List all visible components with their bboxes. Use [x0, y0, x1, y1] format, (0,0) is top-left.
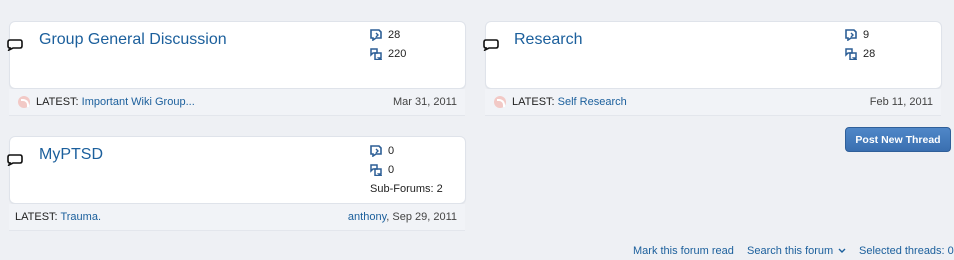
latest-date: Mar 31, 2011 [392, 96, 457, 108]
posts-value: 28 [863, 48, 876, 60]
threads-count: 9 [845, 29, 869, 41]
threads-icon [370, 29, 382, 41]
posts-value: 0 [388, 164, 395, 176]
rss-icon[interactable] [494, 96, 506, 109]
latest-thread-link[interactable]: Important Wiki Group... [82, 96, 195, 108]
threads-value: 0 [388, 145, 395, 157]
posts-count: 28 [845, 48, 875, 60]
threads-icon [845, 29, 857, 41]
threads-count: 0 [370, 145, 394, 157]
forum-title-research[interactable]: Research [514, 31, 582, 49]
latest-date: anthony, Sep 29, 2011 [348, 204, 457, 230]
latest-thread-link[interactable]: Trauma. [60, 211, 101, 223]
latest-label: LATEST: [15, 211, 58, 223]
latest-label: LATEST: [36, 96, 79, 108]
forum-footer-myptsd: LATEST: Trauma. anthony, Sep 29, 2011 [9, 204, 465, 231]
posts-icon [370, 164, 382, 176]
forum-footer-research: LATEST: Self Research Feb 11, 2011 [485, 89, 941, 116]
posts-icon [370, 48, 382, 60]
posts-icon [845, 48, 857, 60]
posts-count: 0 [370, 164, 394, 176]
latest-label: LATEST: [512, 96, 555, 108]
forum-footer-group-general: LATEST: Important Wiki Group... Mar 31, … [9, 89, 465, 116]
mark-forum-read-link[interactable]: Mark this forum read [633, 245, 734, 257]
search-forum-label: Search this forum [747, 245, 834, 257]
subforums-count: Sub-Forums: 2 [370, 183, 443, 195]
threads-value: 9 [863, 29, 870, 41]
speech-bubble-icon [7, 39, 23, 51]
search-forum-link[interactable]: Search this forum [747, 245, 846, 257]
post-new-thread-button[interactable]: Post New Thread [845, 127, 951, 152]
speech-bubble-icon [483, 39, 499, 51]
speech-bubble-icon [7, 154, 23, 166]
threads-count: 28 [370, 29, 400, 41]
latest-date: Feb 11, 2011 [869, 96, 933, 108]
latest-thread-link[interactable]: Self Research [558, 96, 627, 108]
selected-threads-link[interactable]: Selected threads: 0 [859, 245, 954, 257]
threads-icon [370, 145, 382, 157]
threads-value: 28 [388, 29, 401, 41]
chevron-down-icon [838, 248, 846, 254]
latest-date-text: , Sep 29, 2011 [386, 211, 457, 223]
forum-title-group-general[interactable]: Group General Discussion [39, 31, 227, 49]
subforums-label: Sub-Forums: 2 [370, 183, 443, 195]
forum-title-myptsd[interactable]: MyPTSD [39, 146, 103, 164]
latest-author-link[interactable]: anthony [348, 211, 386, 223]
rss-icon[interactable] [18, 96, 30, 109]
posts-value: 220 [388, 48, 407, 60]
posts-count: 220 [370, 48, 406, 60]
